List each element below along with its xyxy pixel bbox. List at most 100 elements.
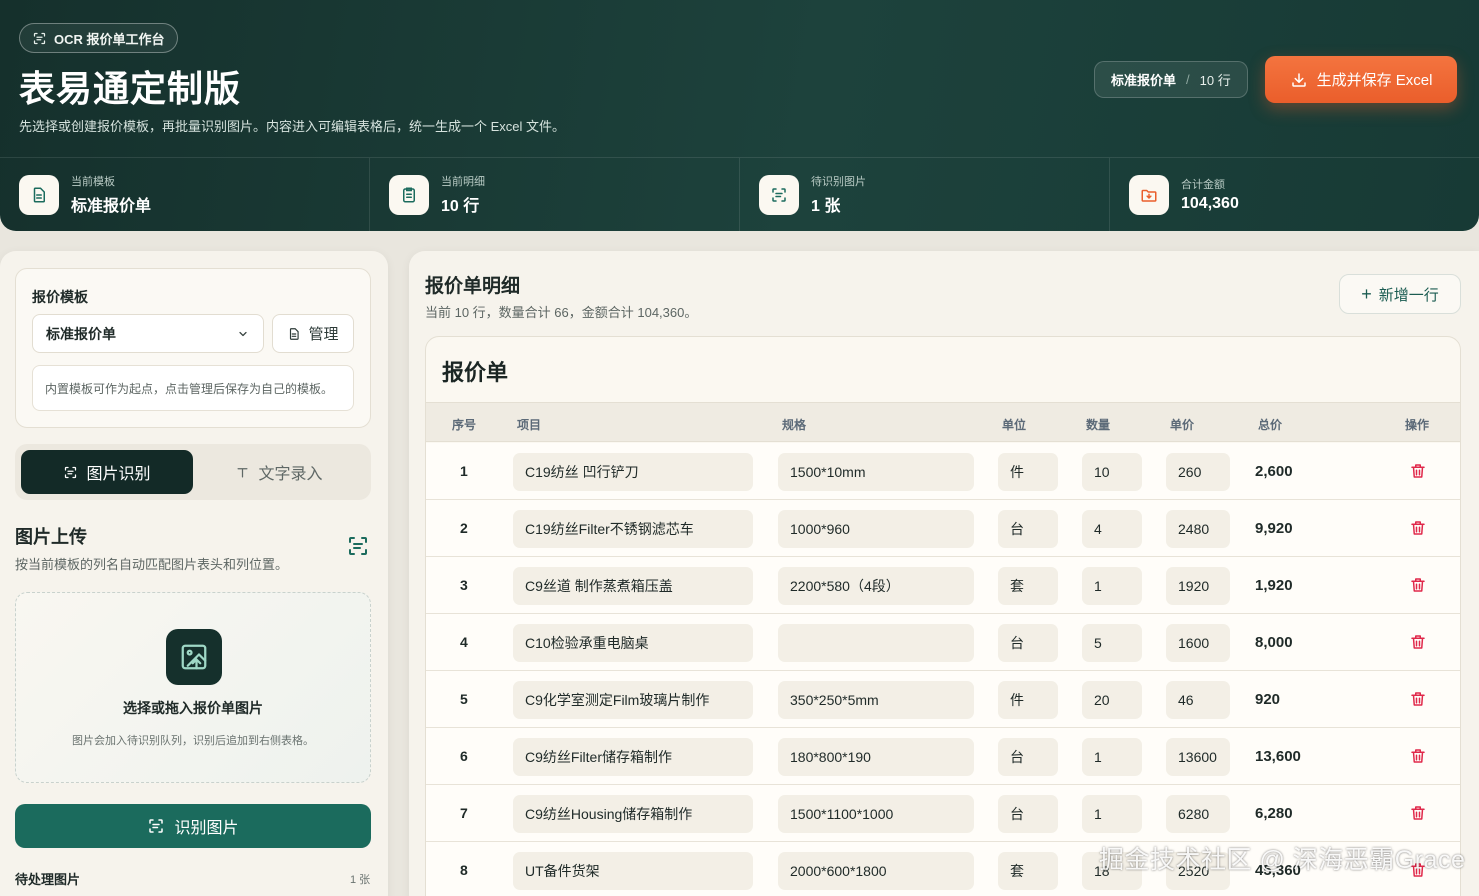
spec-input[interactable]: 1500*10mm <box>778 453 974 491</box>
trash-icon[interactable] <box>1409 519 1427 537</box>
input-mode-tabs: 图片识别 文字录入 <box>15 444 371 500</box>
app-badge: OCR 报价单工作台 <box>19 23 178 53</box>
item-input[interactable]: UT备件货架 <box>513 852 753 890</box>
unit-input[interactable]: 套 <box>998 567 1058 605</box>
tab-text-entry[interactable]: 文字录入 <box>193 450 365 494</box>
chevron-down-icon <box>239 331 247 336</box>
item-input[interactable]: C9化学室测定Film玻璃片制作 <box>513 681 753 719</box>
table-row: 1 C19纺丝 凹行铲刀 1500*10mm 件 10 260 2,600 <box>426 443 1460 500</box>
pill-template-name: 标准报价单 <box>1111 73 1177 88</box>
stat-pending-images: 待识别图片 1 张 <box>740 158 1110 231</box>
dropzone-subtitle: 图片会加入待识别队列，识别后追加到右侧表格。 <box>72 735 314 747</box>
quantity-input[interactable]: 10 <box>1082 453 1142 491</box>
unit-price-input[interactable]: 260 <box>1166 453 1230 491</box>
manage-templates-button[interactable]: 管理 <box>272 314 354 353</box>
quantity-input[interactable]: 5 <box>1082 624 1142 662</box>
unit-input[interactable]: 台 <box>998 624 1058 662</box>
row-number: 6 <box>460 748 468 764</box>
generate-excel-label: 生成并保存 Excel <box>1316 72 1433 89</box>
unit-price-input[interactable]: 1920 <box>1166 567 1230 605</box>
trash-icon[interactable] <box>1409 462 1427 480</box>
item-input[interactable]: C19纺丝Filter不锈钢滤芯车 <box>513 510 753 548</box>
stat-label: 合计金额 <box>1181 179 1225 191</box>
unit-price-input[interactable]: 6280 <box>1166 795 1230 833</box>
spec-input[interactable]: 180*800*190 <box>778 738 974 776</box>
row-total: 13,600 <box>1255 748 1301 765</box>
unit-input[interactable]: 台 <box>998 738 1058 776</box>
template-note: 内置模板可作为起点，点击管理后保存为自己的模板。 <box>32 365 354 411</box>
stat-label: 当前模板 <box>71 176 115 188</box>
trash-icon[interactable] <box>1409 633 1427 651</box>
tab-image-recognition[interactable]: 图片识别 <box>21 450 193 494</box>
stat-icon-box <box>19 174 59 215</box>
stat-value: 104,360 <box>1181 195 1239 212</box>
table-row: 3 C9丝道 制作蒸煮箱压盖 2200*580（4段） 套 1 1920 1,920 <box>426 557 1460 614</box>
dropzone-title: 选择或拖入报价单图片 <box>123 700 263 716</box>
recognize-images-button[interactable]: 识别图片 <box>15 804 371 848</box>
spec-input[interactable]: 1000*960 <box>778 510 974 548</box>
trash-icon[interactable] <box>1409 690 1427 708</box>
trash-icon[interactable] <box>1409 747 1427 765</box>
quantity-input[interactable]: 1 <box>1082 567 1142 605</box>
folder-icon <box>1141 189 1157 202</box>
upload-title: 图片上传 <box>15 527 87 547</box>
spec-input[interactable] <box>778 624 974 662</box>
spec-input[interactable]: 350*250*5mm <box>778 681 974 719</box>
stat-icon-box <box>1129 174 1169 215</box>
column-header-item: 项目 <box>517 418 542 432</box>
quantity-input[interactable]: 4 <box>1082 510 1142 548</box>
row-number: 4 <box>460 634 468 650</box>
left-panel: 报价模板 标准报价单 管理 内置模板可作为起点，点击管理后保存为自己的模板。 图… <box>0 251 388 896</box>
unit-input[interactable]: 件 <box>998 681 1058 719</box>
table-row: 6 C9纺丝Filter储存箱制作 180*800*190 台 1 13600 13,600 <box>426 728 1460 785</box>
unit-price-input[interactable]: 46 <box>1166 681 1230 719</box>
unit-price-input[interactable]: 2480 <box>1166 510 1230 548</box>
unit-input[interactable]: 套 <box>998 852 1058 890</box>
scan-icon <box>772 187 786 202</box>
item-input[interactable]: C9纺丝Filter储存箱制作 <box>513 738 753 776</box>
sheet-title: 报价单 <box>442 360 509 385</box>
dropzone-icon-box <box>166 629 222 685</box>
watermark: 掘金技术社区 @ 深海恶霸Grace <box>1099 846 1466 874</box>
detail-title: 报价单明细 <box>425 276 521 297</box>
spec-input[interactable]: 2000*600*1800 <box>778 852 974 890</box>
header-banner: OCR 报价单工作台 表易通定制版 先选择或创建报价模板，再批量识别图片。内容进… <box>0 0 1479 231</box>
stat-value: 10 行 <box>441 198 480 215</box>
stat-label: 待识别图片 <box>811 176 866 188</box>
item-input[interactable]: C9丝道 制作蒸煮箱压盖 <box>513 567 753 605</box>
generate-excel-button[interactable]: 生成并保存 Excel <box>1265 56 1457 103</box>
page-subtitle: 先选择或创建报价模板，再批量识别图片。内容进入可编辑表格后，统一生成一个 Exc… <box>19 119 566 134</box>
item-input[interactable]: C10检验承重电脑桌 <box>513 624 753 662</box>
add-row-button[interactable]: + 新增一行 <box>1339 274 1461 314</box>
quantity-input[interactable]: 1 <box>1082 795 1142 833</box>
spec-input[interactable]: 2200*580（4段） <box>778 567 974 605</box>
tab-label: 图片识别 <box>86 466 151 483</box>
scan-icon[interactable] <box>346 534 370 558</box>
stat-value: 标准报价单 <box>71 198 152 215</box>
stat-value: 1 张 <box>811 198 841 215</box>
row-total: 8,000 <box>1255 634 1293 651</box>
row-total: 2,600 <box>1255 463 1293 480</box>
quantity-input[interactable]: 1 <box>1082 738 1142 776</box>
item-input[interactable]: C9纺丝Housing储存箱制作 <box>513 795 753 833</box>
column-header-spec: 规格 <box>782 418 807 432</box>
image-dropzone[interactable]: 选择或拖入报价单图片 图片会加入待识别队列，识别后追加到右侧表格。 <box>15 592 371 783</box>
unit-price-input[interactable]: 13600 <box>1166 738 1230 776</box>
image-upload-icon <box>181 644 207 670</box>
unit-price-input[interactable]: 1600 <box>1166 624 1230 662</box>
stat-icon-box <box>759 174 799 215</box>
trash-icon[interactable] <box>1409 804 1427 822</box>
unit-input[interactable]: 台 <box>998 795 1058 833</box>
template-select-value: 标准报价单 <box>46 325 116 342</box>
trash-icon[interactable] <box>1409 576 1427 594</box>
upload-subtitle: 按当前模板的列名自动匹配图片表头和列位置。 <box>15 557 289 572</box>
scan-icon <box>65 466 77 478</box>
item-input[interactable]: C19纺丝 凹行铲刀 <box>513 453 753 491</box>
row-total: 1,920 <box>1255 577 1293 594</box>
template-select[interactable]: 标准报价单 <box>32 314 264 353</box>
spec-input[interactable]: 1500*1100*1000 <box>778 795 974 833</box>
clipboard-icon <box>403 187 415 202</box>
unit-input[interactable]: 件 <box>998 453 1058 491</box>
unit-input[interactable]: 台 <box>998 510 1058 548</box>
quantity-input[interactable]: 20 <box>1082 681 1142 719</box>
